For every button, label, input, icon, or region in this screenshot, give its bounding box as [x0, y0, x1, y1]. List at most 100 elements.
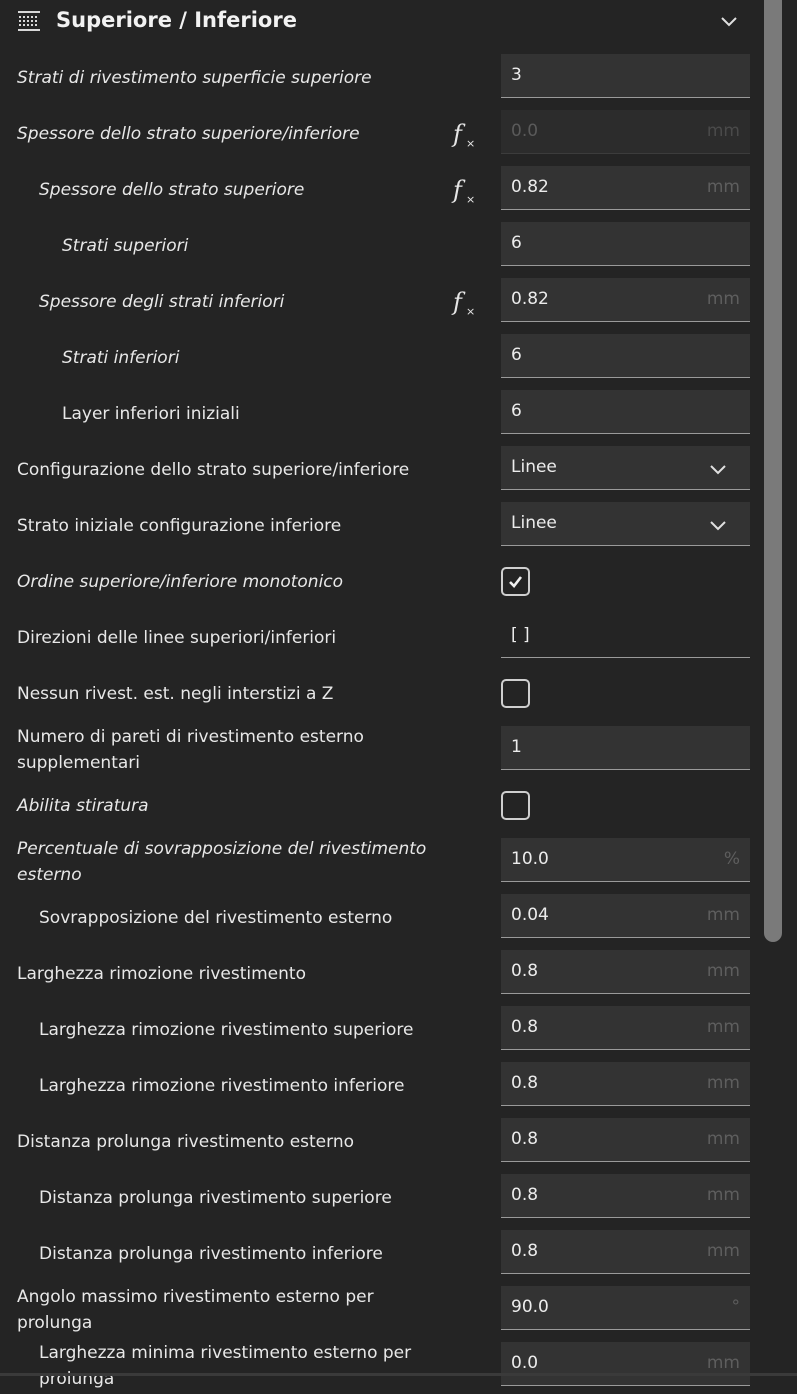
svg-text:×: ×	[466, 193, 475, 206]
setting-label-line: Strati di rivestimento superficie superi…	[17, 68, 372, 88]
setting-row: Strato iniziale configurazione inferiore…	[0, 498, 760, 554]
setting-label-line: Spessore degli strati inferiori	[39, 292, 285, 312]
setting-label: Layer inferiori iniziali	[62, 386, 240, 442]
setting-label: Distanza prolunga rivestimento superiore	[39, 1170, 392, 1226]
setting-label: Spessore degli strati inferiori	[39, 274, 284, 330]
setting-row: Spessore dello strato superiore/inferior…	[0, 106, 760, 162]
setting-label-line: Spessore dello strato superiore/inferior…	[17, 124, 360, 144]
number-input[interactable]: 90.0 °	[501, 1286, 750, 1330]
checkbox-checked[interactable]	[501, 567, 530, 596]
checkbox-unchecked[interactable]	[501, 791, 530, 820]
number-input[interactable]: 6	[501, 222, 750, 266]
formula-icon[interactable]: f ×	[451, 288, 479, 318]
setting-row: Sovrapposizione del rivestimento esterno…	[0, 890, 760, 946]
number-input[interactable]: 6	[501, 390, 750, 434]
setting-label-line: Nessun rivest. est. negli interstizi a Z	[17, 684, 334, 704]
setting-label-line: Strati inferiori	[62, 348, 180, 368]
select-dropdown[interactable]: Linee	[501, 502, 750, 546]
number-input[interactable]: 0.8 mm	[501, 950, 750, 994]
section-header[interactable]: Superiore / Inferiore	[0, 0, 760, 44]
checkbox-unchecked[interactable]	[501, 679, 530, 708]
field-value: 0.0	[511, 121, 539, 141]
setting-row: Distanza prolunga rivestimento superiore…	[0, 1170, 760, 1226]
setting-row: Abilita stiratura	[0, 778, 760, 834]
setting-label-line: Angolo massimo rivestimento esterno per	[17, 1287, 374, 1307]
setting-label: Strato iniziale configurazione inferiore	[17, 498, 341, 554]
number-input[interactable]: 3	[501, 54, 750, 98]
setting-label: Distanza prolunga rivestimento esterno	[17, 1114, 354, 1170]
formula-icon[interactable]: f ×	[451, 120, 479, 150]
setting-row: Layer inferiori iniziali 6	[0, 386, 760, 442]
scrollbar[interactable]	[764, 0, 782, 942]
field-value: 90.0	[511, 1297, 549, 1317]
setting-row: Configurazione dello strato superiore/in…	[0, 442, 760, 498]
setting-label-line: Sovrapposizione del rivestimento esterno	[39, 908, 393, 928]
setting-label-line: Spessore dello strato superiore	[39, 180, 305, 200]
setting-label-line: Ordine superiore/inferiore monotonico	[17, 572, 344, 592]
field-unit: mm	[706, 177, 740, 197]
field-unit: mm	[706, 1241, 740, 1261]
field-value: Linee	[511, 457, 557, 477]
number-input[interactable]: 0.8 mm	[501, 1062, 750, 1106]
field-unit: mm	[706, 289, 740, 309]
formula-icon[interactable]: f ×	[451, 176, 479, 206]
setting-row: Larghezza rimozione rivestimento inferio…	[0, 1058, 760, 1114]
setting-label: Direzioni delle linee superiori/inferior…	[17, 610, 336, 666]
select-dropdown[interactable]: Linee	[501, 446, 750, 490]
setting-row: Strati di rivestimento superficie superi…	[0, 50, 760, 106]
setting-row: Percentuale di sovrapposizione del rives…	[0, 834, 760, 890]
number-input[interactable]: 0.0 mm	[501, 1342, 750, 1386]
setting-label: Numero di pareti di rivestimento esterno…	[17, 722, 364, 778]
number-input[interactable]: 0.8 mm	[501, 1118, 750, 1162]
field-unit: mm	[706, 1129, 740, 1149]
setting-label: Sovrapposizione del rivestimento esterno	[39, 890, 392, 946]
setting-label: Larghezza rimozione rivestimento	[17, 946, 306, 1002]
setting-row: Spessore degli strati inferiori f × 0.82 mm	[0, 274, 760, 330]
setting-label-line: Distanza prolunga rivestimento inferiore	[39, 1244, 383, 1264]
number-input[interactable]: 0.8 mm	[501, 1230, 750, 1274]
setting-label-line: Distanza prolunga rivestimento esterno	[17, 1132, 355, 1152]
setting-label: Configurazione dello strato superiore/in…	[17, 442, 409, 498]
field-unit: %	[723, 849, 740, 869]
setting-label: Distanza prolunga rivestimento inferiore	[39, 1226, 383, 1282]
setting-label: Spessore dello strato superiore/inferior…	[17, 106, 360, 162]
layers-icon	[18, 11, 40, 31]
svg-text:×: ×	[466, 137, 475, 150]
setting-label-line: prolunga	[17, 1313, 93, 1333]
setting-label: Strati superiori	[62, 218, 188, 274]
chevron-down-icon	[708, 515, 728, 535]
field-unit: mm	[706, 1073, 740, 1093]
setting-label-line: Strati superiori	[62, 236, 189, 256]
number-input[interactable]: 0.8 mm	[501, 1174, 750, 1218]
setting-label: Spessore dello strato superiore	[39, 162, 304, 218]
setting-label-line: Layer inferiori iniziali	[62, 404, 240, 424]
number-input[interactable]: 10.0%	[501, 838, 750, 882]
setting-label-line: Strato iniziale configurazione inferiore	[17, 516, 342, 536]
setting-row: Distanza prolunga rivestimento inferiore…	[0, 1226, 760, 1282]
field-value: 0.04	[511, 905, 549, 925]
number-input[interactable]: 1	[501, 726, 750, 770]
field-value: 0.82	[511, 289, 549, 309]
field-value: 0.8	[511, 1073, 539, 1093]
field-unit: mm	[706, 121, 740, 141]
number-input[interactable]: 0.8 mm	[501, 1006, 750, 1050]
field-value: 6	[511, 345, 522, 365]
setting-label-line: supplementari	[17, 753, 140, 773]
chevron-down-icon[interactable]	[718, 10, 740, 32]
setting-row: Numero di pareti di rivestimento esterno…	[0, 722, 760, 778]
number-input[interactable]: 6	[501, 334, 750, 378]
setting-row: Angolo massimo rivestimento esterno per p…	[0, 1282, 760, 1338]
setting-label: Angolo massimo rivestimento esterno per p…	[17, 1282, 374, 1338]
field-unit: mm	[706, 1185, 740, 1205]
setting-row: Distanza prolunga rivestimento esterno 0.…	[0, 1114, 760, 1170]
number-input[interactable]: 0.82 mm	[501, 278, 750, 322]
number-input[interactable]: 0.82 mm	[501, 166, 750, 210]
number-input[interactable]: 0.0 mm	[501, 110, 750, 154]
field-value: [ ]	[511, 625, 530, 645]
section-title: Superiore / Inferiore	[56, 8, 297, 32]
field-value: 6	[511, 401, 522, 421]
text-input[interactable]: [ ]	[501, 614, 750, 658]
number-input[interactable]: 0.04 mm	[501, 894, 750, 938]
setting-row: Ordine superiore/inferiore monotonico	[0, 554, 760, 610]
setting-label-line: Larghezza minima rivestimento esterno pe…	[39, 1343, 412, 1363]
